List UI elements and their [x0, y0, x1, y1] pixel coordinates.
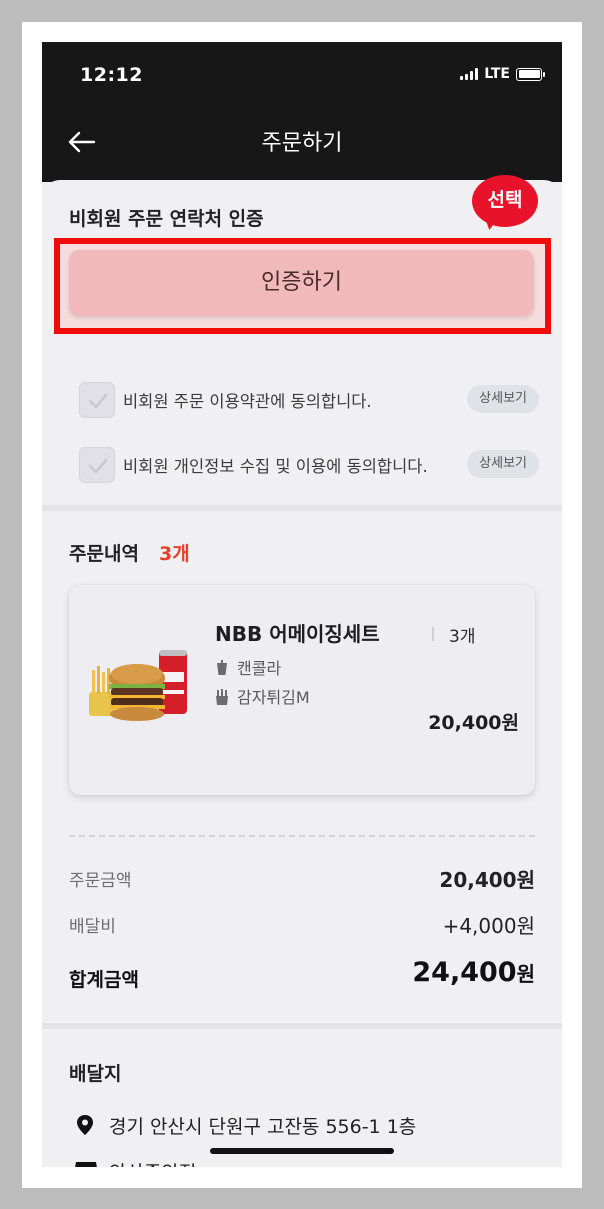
delivery-address-row: 경기 안산시 단원구 고잔동 556-1 1층 — [75, 1110, 535, 1140]
delivery-fee-row: 배달비 +4,000원 — [69, 906, 535, 940]
phone-screen: 12:12 LTE 주문하기 비회원 주문 연락처 인증 선택 인증하기 비회원… — [42, 42, 562, 1167]
signal-icon — [460, 68, 479, 80]
item-option-drink: 캔콜라 — [215, 655, 281, 679]
status-indicators: LTE — [460, 66, 545, 82]
total-amount-label: 합계금액 — [69, 969, 139, 991]
delivery-section-title: 배달지 — [69, 1063, 122, 1085]
privacy-checkbox[interactable] — [79, 447, 115, 483]
location-pin-icon — [75, 1114, 95, 1136]
store-icon — [75, 1160, 97, 1167]
total-amount-number: 24,400 — [412, 957, 517, 988]
store-name: 안산중앙점 — [109, 1158, 196, 1167]
terms-checkbox[interactable] — [79, 382, 115, 418]
page-title: 주문하기 — [261, 131, 343, 156]
network-label: LTE — [484, 66, 510, 82]
order-count: 3개 — [159, 543, 190, 565]
delivery-address: 경기 안산시 단원구 고잔동 556-1 1층 — [109, 1116, 417, 1138]
store-row: 안산중앙점 — [75, 1156, 535, 1167]
agreement-row-terms: 비회원 주문 이용약관에 동의합니다. 상세보기 — [79, 380, 539, 420]
order-amount-value: 20,400원 — [439, 868, 535, 892]
section-divider — [42, 505, 562, 511]
item-price: 20,400원 — [428, 712, 519, 734]
total-amount-value: 24,400원 — [412, 957, 535, 988]
drink-icon — [215, 660, 229, 676]
dashed-divider — [69, 835, 535, 837]
check-icon — [88, 393, 108, 409]
order-amount-row: 주문금액 20,400원 — [69, 860, 535, 894]
item-quantity: 3개 — [449, 627, 476, 647]
item-name: NBB 어메이징세트 — [215, 622, 380, 646]
privacy-agreement-text: 비회원 개인정보 수집 및 이용에 동의합니다. — [123, 457, 428, 476]
terms-agreement-text: 비회원 주문 이용약관에 동의합니다. — [123, 392, 372, 411]
delivery-fee-label: 배달비 — [69, 917, 116, 937]
verify-button[interactable]: 인증하기 — [69, 250, 534, 316]
item-option-fries: 감자튀김M — [215, 684, 310, 708]
auth-section-title: 비회원 주문 연락처 인증 — [69, 208, 264, 230]
status-time: 12:12 — [80, 64, 143, 86]
status-bar: 12:12 LTE — [42, 42, 562, 112]
battery-icon — [516, 67, 545, 81]
order-amount-label: 주문금액 — [69, 871, 132, 891]
fries-icon — [215, 689, 229, 705]
check-icon — [88, 458, 108, 474]
order-section-title: 주문내역 — [69, 543, 139, 565]
burger-set-image — [87, 640, 191, 730]
home-indicator — [210, 1148, 394, 1154]
privacy-detail-button[interactable]: 상세보기 — [467, 450, 539, 478]
section-divider — [42, 1023, 562, 1029]
badge-label: 선택 — [472, 175, 538, 227]
order-item-card[interactable]: NBB 어메이징세트 3개 캔콜라 감자튀김M 20,400원 — [69, 585, 535, 795]
terms-detail-button[interactable]: 상세보기 — [467, 385, 539, 413]
item-divider — [432, 627, 434, 641]
total-amount-unit: 원 — [516, 962, 535, 986]
fries-option-label: 감자튀김M — [237, 688, 310, 707]
total-amount-row: 합계금액 24,400원 — [69, 957, 535, 993]
order-sheet: 비회원 주문 연락처 인증 선택 인증하기 비회원 주문 이용약관에 동의합니다… — [42, 175, 562, 1167]
agreement-row-privacy: 비회원 개인정보 수집 및 이용에 동의합니다. 상세보기 — [79, 445, 539, 485]
nav-bar: 주문하기 — [42, 112, 562, 182]
delivery-fee-value: +4,000원 — [442, 914, 535, 938]
select-badge: 선택 — [472, 175, 538, 232]
drink-option-label: 캔콜라 — [237, 659, 282, 678]
